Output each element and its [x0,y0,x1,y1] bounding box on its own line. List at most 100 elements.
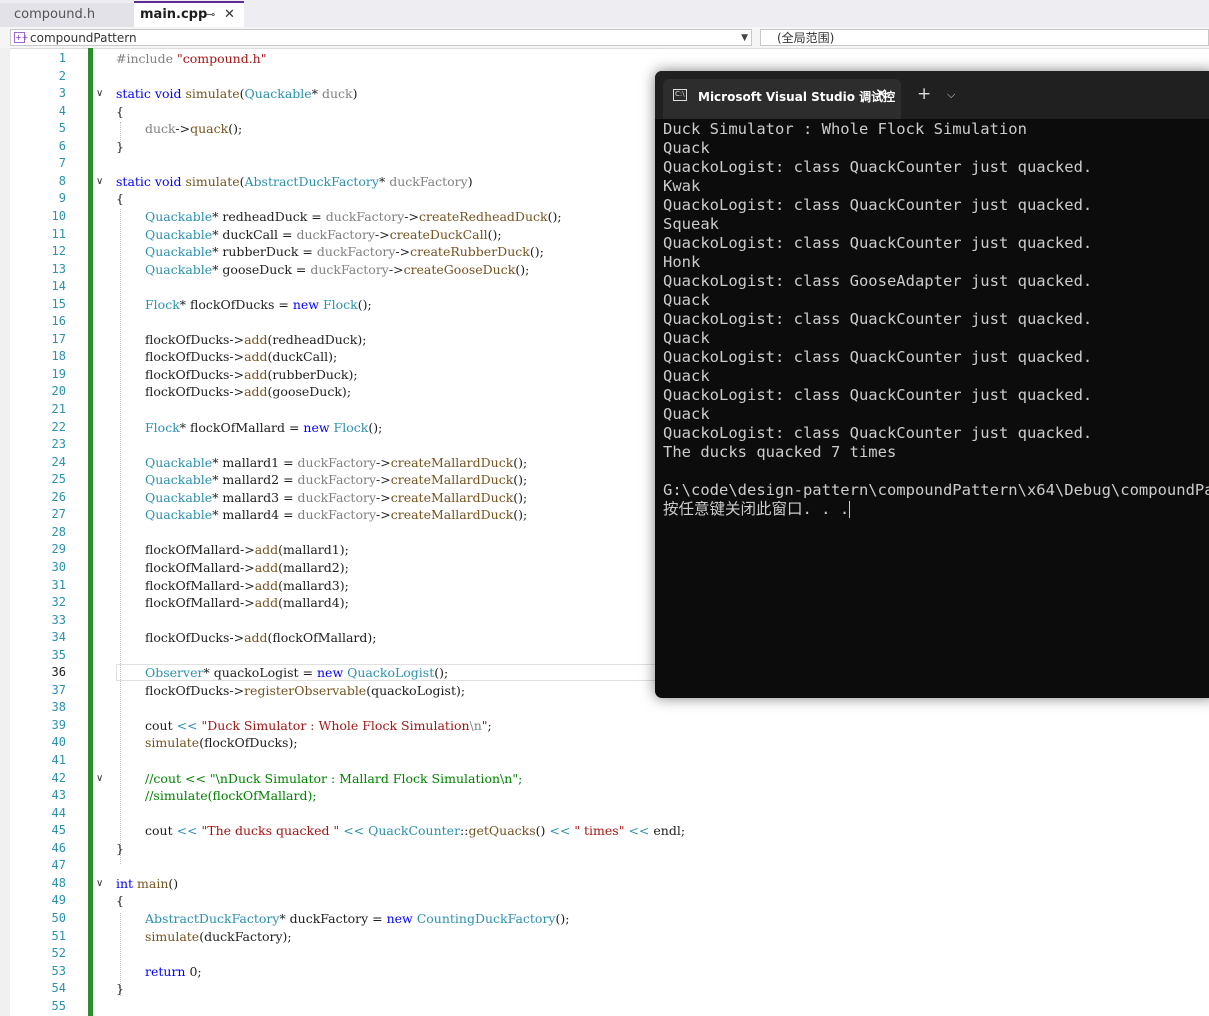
code-token: " times" [574,823,629,839]
code-token: duckFactory [310,261,389,277]
code-line[interactable]: 55 [0,998,1209,1015]
code-text[interactable]: Quackable* mallard1 = duckFactory->creat… [145,454,527,471]
code-text[interactable]: Quackable* mallard2 = duckFactory->creat… [145,471,527,488]
code-line[interactable]: 51 simulate(duckFactory); [0,928,1209,945]
code-text[interactable]: { [116,103,124,120]
code-text[interactable]: static void simulate(Quackable* duck) [116,85,357,102]
console-line: QuackoLogist: class QuackCounter just qu… [663,310,1092,329]
code-line[interactable]: 39 cout << "Duck Simulator : Whole Flock … [0,717,1209,734]
fold-toggle-icon[interactable]: ∨ [96,875,103,892]
code-text[interactable]: simulate(flockOfDucks); [145,734,298,751]
code-token: -> [376,454,391,470]
code-text[interactable]: cout << "The ducks quacked " << QuackCou… [145,822,685,839]
code-text[interactable]: flockOfDucks->add(redheadDuck); [145,331,366,348]
code-text[interactable]: } [116,980,124,997]
pin-icon[interactable]: ⊸ [206,3,215,27]
close-icon[interactable]: ✕ [224,3,235,27]
code-text[interactable]: Quackable* mallard3 = duckFactory->creat… [145,489,527,506]
code-text[interactable]: return 0; [145,963,202,980]
code-text[interactable]: #include "compound.h" [116,50,267,67]
code-text[interactable]: Quackable* mallard4 = duckFactory->creat… [145,506,527,523]
code-line[interactable]: 50 AbstractDuckFactory* duckFactory = new… [0,910,1209,927]
code-text[interactable]: flockOfMallard->add(mallard3); [145,577,349,594]
code-text[interactable]: flockOfDucks->add(flockOfMallard); [145,629,377,646]
code-line[interactable]: 48 ∨ int main() [0,875,1209,892]
code-token: duckFactory [296,226,375,242]
code-text[interactable]: duck->quack(); [145,120,242,137]
fold-toggle-icon[interactable]: ∨ [96,770,103,787]
code-text[interactable]: flockOfMallard->add(mallard4); [145,594,349,611]
console-tab[interactable]: C:\ Microsoft Visual Studio 调试控 ✕ [663,79,901,119]
code-token: (mallard2); [278,559,349,575]
code-line[interactable]: 41 [0,752,1209,769]
code-text[interactable]: flockOfDucks->add(duckCall); [145,348,337,365]
line-number: 43 [51,788,66,803]
code-text[interactable]: flockOfDucks->add(gooseDuck); [145,383,351,400]
close-icon[interactable]: ✕ [875,85,888,103]
code-token: simulate [145,928,200,944]
tab-compound-h[interactable]: compound.h [0,3,134,27]
code-text[interactable]: //simulate(flockOfMallard); [145,787,317,804]
text-cursor [849,501,851,518]
code-token: (); [368,419,383,435]
code-line[interactable]: 40 simulate(flockOfDucks); [0,734,1209,751]
code-line[interactable]: 49 { [0,892,1209,909]
code-text[interactable]: } [116,138,124,155]
code-text[interactable]: simulate(duckFactory); [145,928,292,945]
code-text[interactable]: } [116,840,124,857]
code-line[interactable]: 43 //simulate(flockOfMallard); [0,787,1209,804]
line-number: 31 [51,577,66,592]
code-text[interactable]: cout << "Duck Simulator : Whole Flock Si… [145,717,492,734]
code-text[interactable]: Quackable* rubberDuck = duckFactory->cre… [145,243,544,260]
code-text[interactable]: //cout << "\nDuck Simulator : Mallard Fl… [145,770,522,787]
console-line-text: QuackoLogist: class QuackCounter just qu… [663,386,1093,404]
chevron-down-icon[interactable]: ⌵ [947,88,955,102]
console-line-text: Duck Simulator : Whole Flock Simulation [663,120,1027,138]
new-tab-button[interactable]: + [917,84,931,104]
code-token: (); [228,121,243,137]
fold-toggle-icon[interactable]: ∨ [96,173,103,190]
line-number: 53 [51,963,66,978]
code-line[interactable]: 42 ∨ //cout << "\nDuck Simulator : Mallard… [0,770,1209,787]
code-text[interactable]: Flock* flockOfMallard = new Flock(); [145,419,382,436]
tab-main-cpp[interactable]: main.cpp ⊸ ✕ [134,1,244,27]
line-number: 27 [51,507,66,522]
code-text[interactable]: flockOfDucks->registerObservable(quackoL… [145,682,465,699]
code-text[interactable]: flockOfMallard->add(mallard1); [145,541,349,558]
code-text[interactable]: { [116,892,124,909]
code-line[interactable]: 47 [0,857,1209,874]
code-line[interactable]: 52 [0,945,1209,962]
code-text[interactable]: flockOfMallard->add(mallard2); [145,559,349,576]
code-line[interactable]: 45 cout << "The ducks quacked " << QuackC… [0,822,1209,839]
line-number: 3 [58,86,66,101]
fold-toggle-icon[interactable]: ∨ [96,85,103,102]
debug-console-window[interactable]: C:\ Microsoft Visual Studio 调试控 ✕ + ⌵ Du… [655,71,1209,698]
code-line[interactable]: 44 [0,805,1209,822]
code-text[interactable]: flockOfDucks->add(rubberDuck); [145,366,358,383]
code-line[interactable]: 54} [0,980,1209,997]
code-line[interactable]: 38 [0,699,1209,716]
code-text[interactable]: Quackable* gooseDuck = duckFactory->crea… [145,261,529,278]
line-number: 45 [51,823,66,838]
code-token: * flockOfMallard = [179,419,304,435]
code-text[interactable]: { [116,190,124,207]
code-text[interactable]: Flock* flockOfDucks = new Flock(); [145,296,372,313]
dropdown-arrow-icon[interactable]: ▼ [741,30,748,47]
code-token: new [303,419,334,435]
code-text[interactable]: Observer* quackoLogist = new QuackoLogis… [145,664,448,681]
code-line[interactable]: 53 return 0; [0,963,1209,980]
code-text[interactable]: AbstractDuckFactory* duckFactory = new C… [145,910,569,927]
code-text[interactable]: static void simulate(AbstractDuckFactory… [116,173,473,190]
code-text[interactable]: int main() [116,875,178,892]
member-scope-dropdown[interactable]: (全局范围) [760,29,1209,46]
code-token: -> [374,226,390,242]
console-line-text: QuackoLogist: class QuackCounter just qu… [663,234,1093,252]
console-line: QuackoLogist: class QuackCounter just qu… [663,386,1092,405]
code-text[interactable]: Quackable* duckCall = duckFactory->creat… [145,226,502,243]
code-line[interactable]: 46} [0,840,1209,857]
code-token: flockOfDucks-> [145,366,245,382]
code-line[interactable]: 1 #include "compound.h" [0,50,1209,67]
code-token: duck [145,121,176,137]
project-scope-dropdown[interactable]: ++ compoundPattern ▼ [10,29,752,46]
code-text[interactable]: Quackable* redheadDuck = duckFactory->cr… [145,208,562,225]
